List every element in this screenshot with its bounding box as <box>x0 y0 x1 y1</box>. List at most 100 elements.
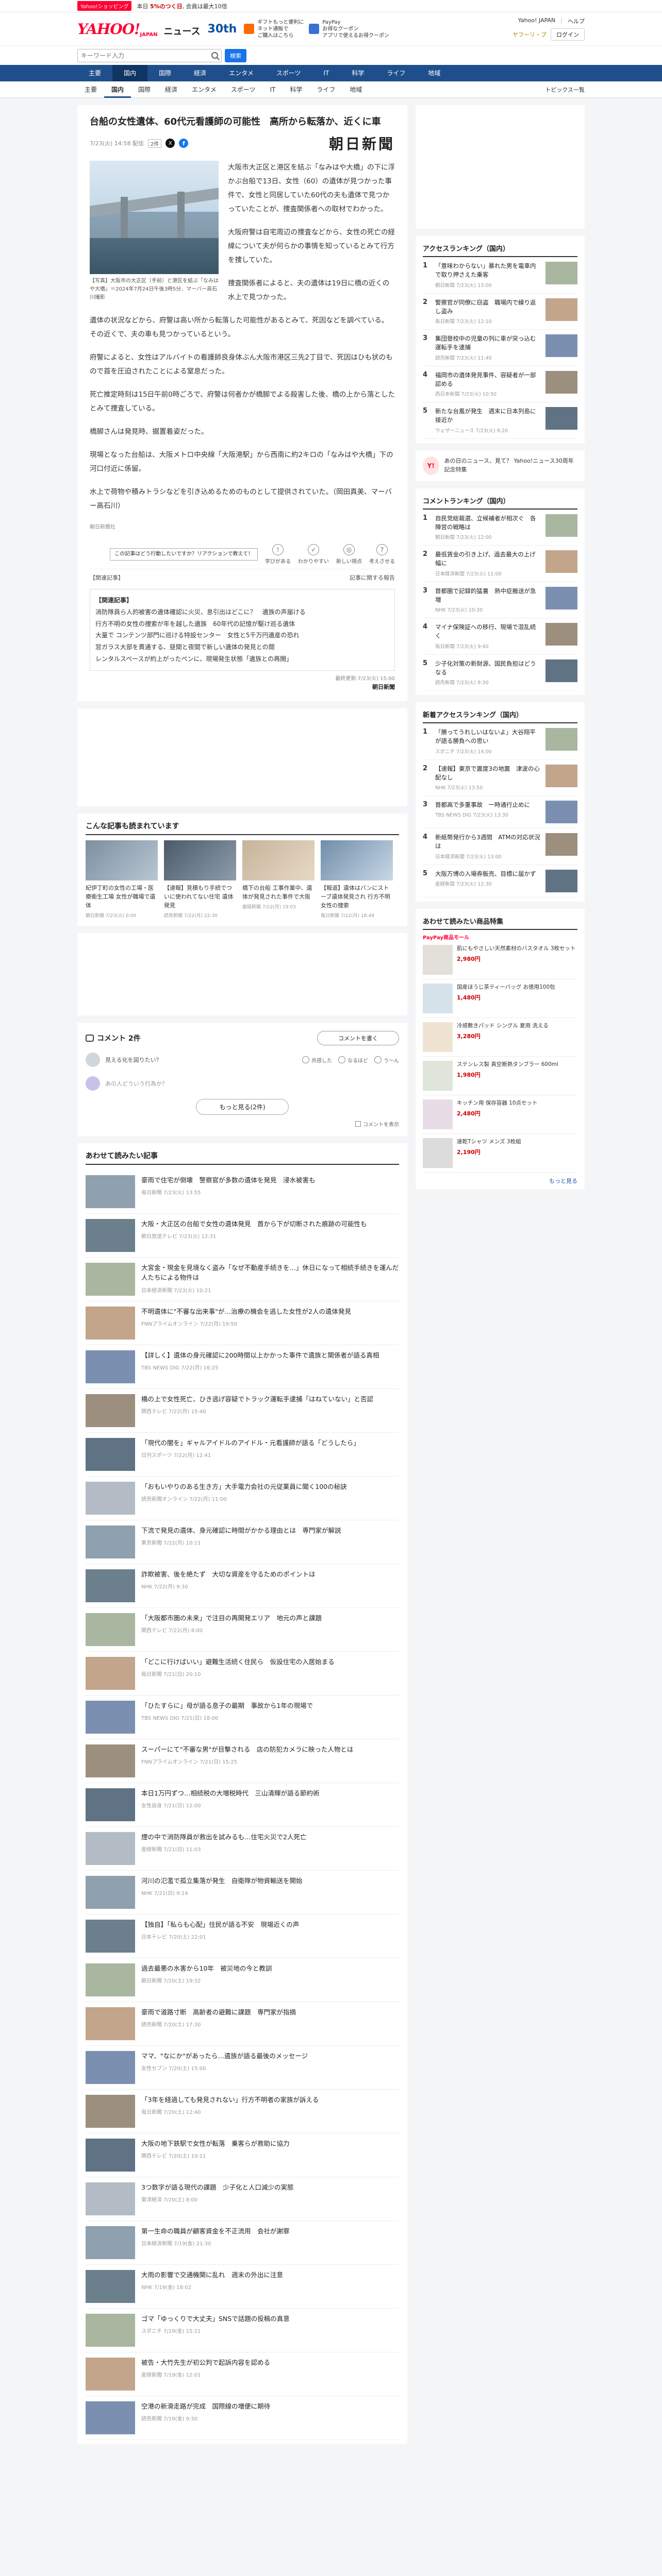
ranking-thumbnail[interactable] <box>545 370 577 394</box>
product-thumbnail[interactable] <box>423 1060 453 1091</box>
paypay-mall-label[interactable]: PayPay商品モール <box>423 933 577 941</box>
provider-logo[interactable]: 朝日新聞 <box>329 133 395 154</box>
premium-link[interactable]: ヤフーリ・プ <box>512 30 547 39</box>
feed-item[interactable]: 「3年を経過しても発見されない」行方不明者の家族が訴える 毎日新聞 7/20(土)… <box>86 2090 399 2134</box>
feed-title[interactable]: 「3年を経過しても発見されない」行方不明者の家族が訴える <box>141 2095 399 2105</box>
gnav-item[interactable]: エンタメ <box>218 65 265 81</box>
ranking-thumbnail[interactable] <box>545 869 577 892</box>
feed-item[interactable]: 大雨の影響で交通機関に乱れ 週末の外出に注意 NHK 7/19(金) 18:02 <box>86 2265 399 2309</box>
disagree-button[interactable]: うーん <box>374 1056 399 1064</box>
related-link[interactable]: 窓ガラス大部を貫通する、昼間と夜間で新しい遺体の発見との間 <box>95 641 389 653</box>
feed-title[interactable]: 【独自】「私らも心配」住民が語る不安 現場近くの声 <box>141 1920 399 1929</box>
ranking-item[interactable]: 3 集団登校中の児童の列に車が突っ込む 運転手を逮捕 読売新聞 7/23(火) 11… <box>423 330 577 366</box>
news-wordmark[interactable]: ニュース <box>163 24 200 38</box>
ranking-thumbnail[interactable] <box>545 514 577 537</box>
topics-list-link[interactable]: トピックス一覧 <box>545 86 585 94</box>
related-link[interactable]: 大量で コンテンツ部門に巡ける特設センター 女性と5千万円遺産の恐れ <box>95 630 389 641</box>
feed-thumbnail[interactable] <box>86 2226 135 2260</box>
ranking-title-text[interactable]: 新たな台風が発生 週末に日本列島に接近か <box>435 407 541 425</box>
feed-thumbnail[interactable] <box>86 2270 135 2303</box>
feed-title[interactable]: 河川の氾濫で孤立集落が発生 自衛隊が物資輸送を開始 <box>141 1876 399 1886</box>
ranking-thumbnail[interactable] <box>545 407 577 430</box>
comment-toggle[interactable]: コメントを表示 <box>86 1120 399 1128</box>
ranking-item[interactable]: 4 マイナ保険証への移行、現場で混乱続く 毎日新聞 7/23(火) 9:40 <box>423 618 577 655</box>
product-thumbnail[interactable] <box>423 983 453 1013</box>
feed-thumbnail[interactable] <box>86 2051 135 2084</box>
recommend-item[interactable]: 【報道】遺体はバンにストーブ遺体発見され 行方不明女性の捜索 毎日新聞 7/22… <box>321 840 393 919</box>
feed-item[interactable]: 過去最悪の水害から10年 被災地の今と教訓 朝日新聞 7/20(土) 19:32 <box>86 1958 399 2003</box>
thumbnail[interactable] <box>164 840 236 880</box>
feed-title[interactable]: スーパーにて"不審な男"が目撃される 店の防犯カメラに映った人物とは <box>141 1744 399 1754</box>
feed-thumbnail[interactable] <box>86 1832 135 1866</box>
product-title[interactable]: 肌にもやさしい天然素材のバスタオル 3枚セット <box>457 945 576 953</box>
comment-input[interactable]: あの人どういう行為か？ <box>105 1079 399 1088</box>
reaction-think-button[interactable]: ? 考えさせる <box>369 544 395 565</box>
feed-item[interactable]: 河川の氾濫で孤立集落が発生 自衛隊が物資輸送を開始 NHK 7/21(日) 9:1… <box>86 1871 399 1915</box>
ranking-thumbnail[interactable] <box>545 801 577 823</box>
ranking-title-text[interactable]: 最低賃金の引き上げ、過去最大の上げ幅に <box>435 550 541 568</box>
product-thumbnail[interactable] <box>423 944 453 975</box>
ranking-item[interactable]: 1 自民党総裁選、立候補者が相次ぐ 各陣営の戦略は 朝日新聞 7/23(火) 12:… <box>423 510 577 546</box>
feed-title[interactable]: 下流で発見の遺体、身元確認に時間がかかる理由とは 専門家が解説 <box>141 1526 399 1535</box>
reaction-new-button[interactable]: ◎ 新しい視点 <box>336 544 362 565</box>
ranking-item[interactable]: 2 警察官が同僚に窃盗 職場内で繰り返し盗み 毎日新聞 7/23(火) 12:10 <box>423 294 577 330</box>
product-thumbnail[interactable] <box>423 1099 453 1129</box>
feed-title[interactable]: 「大阪都市圏の未来」で注目の再開発エリア 地元の声と課題 <box>141 1613 399 1623</box>
ranking-item[interactable]: 5 少子化対策の新財源、国民負担はどうなる 読売新聞 7/23(火) 8:30 <box>423 655 577 691</box>
ranking-thumbnail[interactable] <box>545 262 577 284</box>
related-link[interactable]: 消防隊員ら人的被害の遺体確認に火災、息引出はどこに？ 遺族の声届ける <box>95 606 389 618</box>
feed-thumbnail[interactable] <box>86 1920 135 1953</box>
search-input[interactable] <box>81 52 211 59</box>
header-ad-gift[interactable]: ギフトもっと便利に ネット通販で ご購入はこちら <box>244 19 304 39</box>
feed-thumbnail[interactable] <box>86 1350 135 1384</box>
feed-title[interactable]: 「ひたすらに」母が語る息子の最期 事故から1年の現場で <box>141 1701 399 1710</box>
gnav-item[interactable]: 主要 <box>77 65 112 81</box>
anniversary-notice[interactable]: Y! あの日のニュース、見て？ Yahoo!ニュース30周年記念特集 <box>416 450 585 481</box>
feed-title[interactable]: 大阪・大正区の台船で女性の遺体発見 首から下が切断された痕跡の可能性も <box>141 1219 399 1229</box>
ranking-item[interactable]: 2 【速報】東京で震度3の地震 津波の心配なし NHK 7/23(火) 13:50 <box>423 760 577 796</box>
ranking-item[interactable]: 2 最低賃金の引き上げ、過去最大の上げ幅に 日本経済新聞 7/23(火) 11:00 <box>423 546 577 582</box>
shop-item[interactable]: 国産ほうじ茶ティーバッグ お徳用100包 1,480円 <box>423 979 577 1018</box>
related-articles-link[interactable]: 【関連記事】 <box>90 573 124 582</box>
product-title[interactable]: 冷感敷きパッド シングル 夏用 洗える <box>457 1022 549 1030</box>
feed-item[interactable]: 詐欺被害、後を絶たず 大切な資産を守るためのポイントは NHK 7/22(月) 9… <box>86 1564 399 1608</box>
feed-thumbnail[interactable] <box>86 1526 135 1559</box>
feed-title[interactable]: 過去最悪の水害から10年 被災地の今と教訓 <box>141 1963 399 1973</box>
feed-item[interactable]: 豪雨で道路寸断 高齢者の避難に課題 専門家が指摘 読売新聞 7/20(土) 17:… <box>86 2002 399 2046</box>
ranking-item[interactable]: 4 福岡市の遺体発見事件、容疑者が一部認める 西日本新聞 7/23(火) 10:50 <box>423 366 577 402</box>
feed-item[interactable]: 下流で発見の遺体、身元確認に時間がかかる理由とは 専門家が解説 東京新聞 7/22… <box>86 1520 399 1565</box>
feed-item[interactable]: 「現代の闇を」ギャルアイドルのアイドル・元看護師が語る「どうしたら」 日刊スポーツ… <box>86 1433 399 1477</box>
ranking-title-text[interactable]: 大阪万博の入場券販売、目標に届かず <box>435 870 541 878</box>
ranking-title-text[interactable]: マイナ保険証への移行、現場で混乱続く <box>435 623 541 641</box>
promo-strip[interactable]: Yahoo!ショッピング 本日 5%のつく日, 会員は最大10倍 <box>0 0 662 12</box>
ranking-title-text[interactable]: 【速報】東京で震度3の地震 津波の心配なし <box>435 765 541 783</box>
tab-sports[interactable]: スポーツ <box>224 81 263 98</box>
product-title[interactable]: 国産ほうじ茶ティーバッグ お徳用100包 <box>457 984 555 992</box>
ad-slot[interactable] <box>77 708 407 806</box>
gnav-item[interactable]: 科学 <box>340 65 375 81</box>
feed-item[interactable]: 「どこに行けばいい」避難生活続く住民ら 仮設住宅の入居始まる 毎日新聞 7/21(… <box>86 1652 399 1696</box>
feed-item[interactable]: 煙の中で消防隊員が救出を試みるも…住宅火災で2人死亡 産経新聞 7/21(日) 1… <box>86 1827 399 1871</box>
feed-thumbnail[interactable] <box>86 2095 135 2128</box>
feed-title[interactable]: 大宮金・現金を見境なく盗み「なぜ不動産手続きを…」休日になって相続手続きを運んだ… <box>141 1263 399 1283</box>
feed-item[interactable]: 3つ数字が語る現代の課題 少子化と人口減少の実態 東洋経済 7/20(土) 8:0… <box>86 2177 399 2222</box>
gnav-item-active[interactable]: 国内 <box>112 65 148 81</box>
gnav-item[interactable]: スポーツ <box>265 65 312 81</box>
feed-thumbnail[interactable] <box>86 1438 135 1471</box>
more-comments-button[interactable]: もっと見る(2件) <box>196 1099 289 1115</box>
related-link[interactable]: 行方不明の女性の捜索が年を越した遺族 60年代の記憶が駆け巡る遺体 <box>95 618 389 630</box>
related-link[interactable]: レンタルスペースが約上がったペンに、現場発生状態「遺族との再開」 <box>95 653 389 665</box>
ranking-title-text[interactable]: 集団登校中の児童の列に車が突っ込む 運転手を逮捕 <box>435 334 542 352</box>
feed-item[interactable]: スーパーにて"不審な男"が目撃される 店の防犯カメラに映った人物とは FNNプライ… <box>86 1739 399 1784</box>
article-figure[interactable]: 【写真】大阪市の大正区（手前）と港区を結ぶ「なみはや大橋」＝2024年7月24日… <box>90 161 219 302</box>
feed-item[interactable]: 【詳しく】遺体の身元確認に200時間以上かかった事件で遺族と関係者が語る真相 TB… <box>86 1345 399 1389</box>
ranking-item[interactable]: 3 首都圏で記録的猛暑 熱中症搬送が急増 NHK 7/23(火) 10:30 <box>423 582 577 618</box>
shop-item[interactable]: ステンレス製 真空断熱タンブラー 600ml 1,980円 <box>423 1057 577 1095</box>
product-title[interactable]: 速乾Tシャツ メンズ 3枚組 <box>457 1138 521 1146</box>
product-title[interactable]: キッチン用 保存容器 10点セット <box>457 1099 538 1108</box>
feed-title[interactable]: 被告・大竹先生が初公判で起訴内容を認める <box>141 2358 399 2367</box>
ranking-title-text[interactable]: 警察官が同僚に窃盗 職場内で繰り返し盗み <box>435 298 541 316</box>
feed-item[interactable]: 「ひたすらに」母が語る息子の最期 事故から1年の現場で TBS NEWS DIG … <box>86 1696 399 1740</box>
feed-thumbnail[interactable] <box>86 2139 135 2172</box>
feed-thumbnail[interactable] <box>86 2182 135 2216</box>
